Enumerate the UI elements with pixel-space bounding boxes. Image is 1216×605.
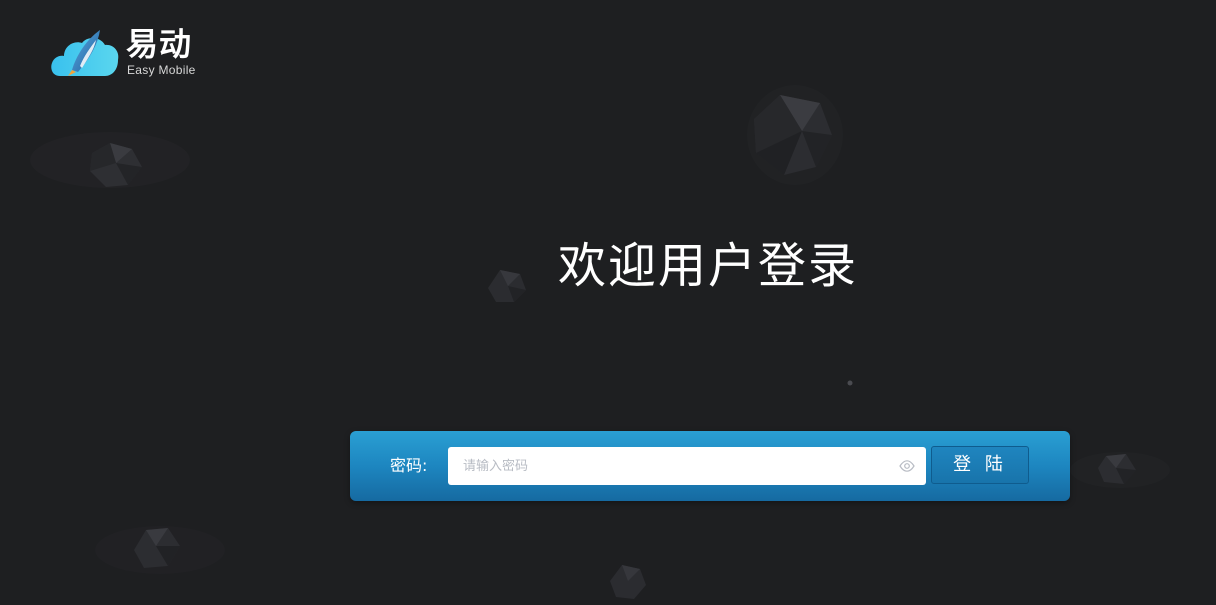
decorative-polyhedron-icon — [1070, 452, 1170, 488]
decorative-polyhedron-icon — [95, 526, 225, 574]
login-button[interactable]: 登 陆 — [931, 446, 1029, 484]
login-form: 密码: 登 陆 — [350, 431, 1070, 501]
login-page: 易动 Easy Mobile 欢迎用户登录 密码: 登 陆 — [0, 0, 1216, 605]
decorative-dot-icon — [847, 380, 853, 386]
password-input[interactable] — [448, 447, 888, 485]
cloud-rocket-icon — [51, 30, 119, 76]
brand-subtitle: Easy Mobile — [127, 63, 196, 77]
eye-icon[interactable] — [899, 459, 915, 473]
brand-logo[interactable]: 易动 Easy Mobile — [50, 26, 210, 80]
decorative-polyhedron-icon — [30, 132, 190, 188]
decorative-polyhedron-icon — [610, 565, 646, 599]
password-label: 密码: — [390, 456, 428, 475]
brand-name: 易动 — [126, 25, 193, 63]
password-field-wrapper — [448, 447, 926, 485]
page-title: 欢迎用户登录 — [557, 238, 858, 294]
decorative-polyhedron-icon — [747, 85, 843, 185]
